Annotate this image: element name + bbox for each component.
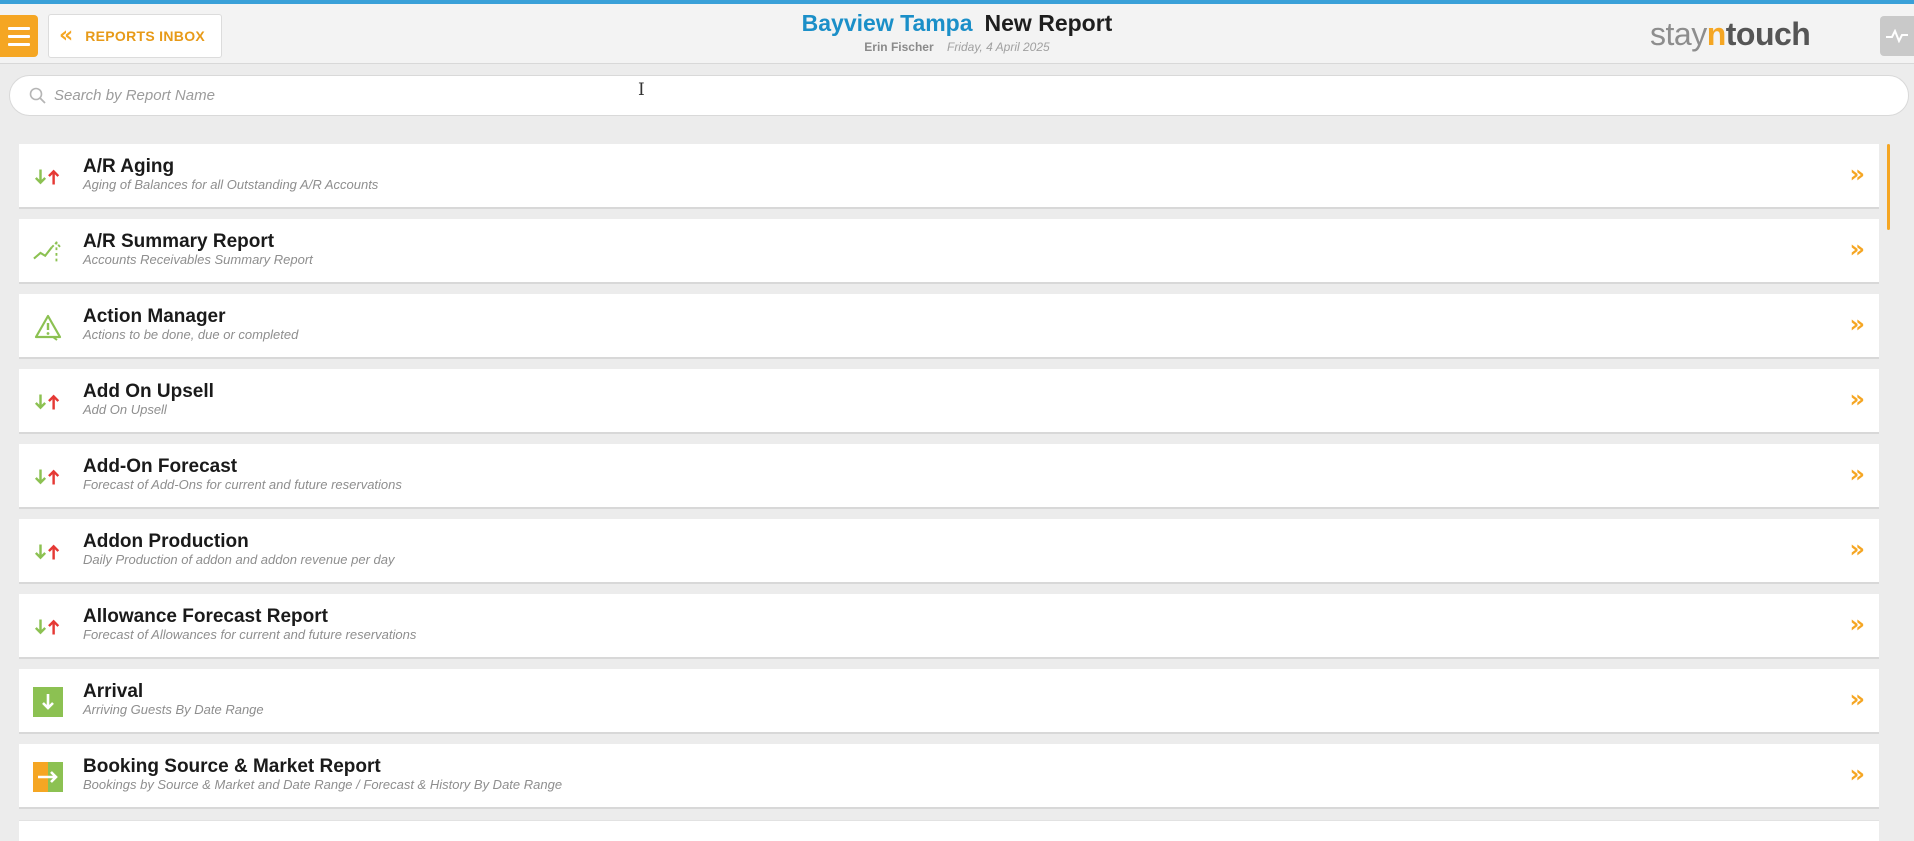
up-down-arrows-icon [33, 162, 63, 192]
double-chevron-right-icon[interactable]: » [1849, 537, 1865, 561]
report-description: Aging of Balances for all Outstanding A/… [83, 177, 379, 192]
report-row-addon-production[interactable]: Addon Production Daily Production of add… [19, 519, 1879, 584]
double-chevron-right-icon[interactable]: » [1849, 312, 1865, 336]
report-description: Daily Production of addon and addon reve… [83, 552, 395, 567]
report-search-bar[interactable] [9, 75, 1909, 116]
report-description: Forecast of Allowances for current and f… [83, 627, 417, 642]
report-row-add-on-forecast[interactable]: Add-On Forecast Forecast of Add-Ons for … [19, 444, 1879, 509]
double-chevron-right-icon[interactable]: » [1849, 687, 1865, 711]
up-down-arrows-icon [33, 612, 63, 642]
up-down-arrows-icon [33, 537, 63, 567]
up-down-arrows-icon [33, 387, 63, 417]
report-description: Forecast of Add-Ons for current and futu… [83, 477, 402, 492]
up-down-arrows-icon [33, 462, 63, 492]
search-icon [29, 87, 46, 104]
report-row-arrival[interactable]: Arrival Arriving Guests By Date Range » [19, 669, 1879, 734]
report-row-booking-source-market[interactable]: Booking Source & Market Report Bookings … [19, 744, 1879, 809]
trend-chart-icon [33, 237, 63, 267]
double-chevron-right-icon[interactable]: » [1849, 462, 1865, 486]
booking-source-icon [33, 762, 63, 792]
page-heading: Bayview Tampa New Report Erin Fischer Fri… [0, 10, 1914, 54]
report-row-action-manager[interactable]: Action Manager Actions to be done, due o… [19, 294, 1879, 359]
double-chevron-right-icon[interactable]: » [1849, 162, 1865, 186]
report-description: Accounts Receivables Summary Report [83, 252, 313, 267]
double-chevron-right-icon[interactable]: » [1849, 762, 1865, 786]
logo-n: n [1706, 16, 1727, 52]
text-cursor-icon: I [638, 80, 645, 100]
report-name: Action Manager [83, 306, 226, 327]
report-name: Allowance Forecast Report [83, 606, 328, 627]
report-name: Add-On Forecast [83, 456, 238, 477]
report-row-add-on-upsell[interactable]: Add On Upsell Add On Upsell » [19, 369, 1879, 434]
business-date: Friday, 4 April 2025 [946, 40, 1050, 54]
page-title: New Report [984, 10, 1113, 36]
report-row-allowance-forecast[interactable]: Allowance Forecast Report Forecast of Al… [19, 594, 1879, 659]
report-name: Arrival [83, 681, 144, 702]
search-input[interactable] [54, 87, 1908, 104]
report-row-ar-summary[interactable]: A/R Summary Report Accounts Receivables … [19, 219, 1879, 284]
report-name: A/R Summary Report [83, 231, 275, 252]
stayntouch-logo: stayntouch [1650, 16, 1811, 53]
hotel-name: Bayview Tampa [801, 10, 973, 36]
logo-stay: stay [1650, 16, 1707, 52]
double-chevron-right-icon[interactable]: » [1849, 612, 1865, 636]
report-row-partial[interactable] [19, 820, 1879, 841]
arrival-icon [33, 687, 63, 717]
report-name: A/R Aging [83, 156, 175, 177]
pulse-icon [1886, 29, 1908, 43]
report-description: Arriving Guests By Date Range [83, 702, 264, 717]
report-description: Bookings by Source & Market and Date Ran… [83, 777, 563, 792]
app-header: « REPORTS INBOX Bayview Tampa New Report … [0, 4, 1914, 64]
double-chevron-right-icon[interactable]: » [1849, 387, 1865, 411]
report-name: Add On Upsell [83, 381, 214, 402]
report-list: A/R Aging Aging of Balances for all Outs… [19, 144, 1879, 819]
report-description: Add On Upsell [83, 402, 167, 417]
warning-icon [33, 312, 63, 342]
report-name: Addon Production [83, 531, 249, 552]
scrollbar-track[interactable] [1886, 144, 1890, 834]
report-name: Booking Source & Market Report [83, 756, 381, 777]
user-name: Erin Fischer [864, 40, 934, 54]
logo-touch: touch [1725, 16, 1811, 52]
activity-pulse-button[interactable] [1880, 16, 1914, 56]
scrollbar-thumb[interactable] [1887, 144, 1890, 230]
double-chevron-right-icon[interactable]: » [1849, 237, 1865, 261]
report-row-ar-aging[interactable]: A/R Aging Aging of Balances for all Outs… [19, 144, 1879, 209]
report-description: Actions to be done, due or completed [83, 327, 299, 342]
